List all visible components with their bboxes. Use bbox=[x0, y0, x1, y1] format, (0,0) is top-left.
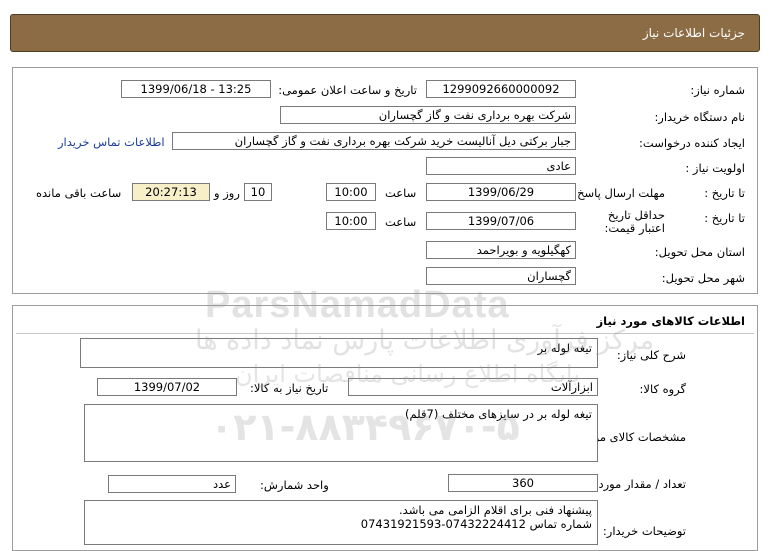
buyer-contact-link[interactable]: اطلاعات تماس خریدار bbox=[58, 135, 165, 149]
summary-field: تیغه لوله بر bbox=[80, 338, 598, 368]
requester-label: ایجاد کننده درخواست: bbox=[639, 136, 745, 150]
buyer-org-field: شرکت بهره برداری نفت و گاز گچساران bbox=[280, 106, 576, 124]
city-label: شهر محل تحویل: bbox=[661, 271, 745, 285]
need-number-label: شماره نیاز: bbox=[690, 83, 745, 97]
buyer-notes-label: توضیحات خریدار: bbox=[602, 524, 686, 538]
city-field: گچساران bbox=[426, 267, 576, 285]
response-time-label: ساعت bbox=[385, 186, 417, 200]
response-to-date-label: تا تاریخ : bbox=[704, 186, 745, 200]
specs-field: تیغه لوله بر در سایزهای مختلف (7قلم) bbox=[84, 404, 598, 462]
price-time-label: ساعت bbox=[385, 215, 417, 229]
price-time-field: 10:00 bbox=[326, 212, 376, 230]
announce-date-field: 1399/06/18 - 13:25 bbox=[121, 80, 271, 98]
days-label: روز و bbox=[214, 186, 240, 200]
priority-field: عادی bbox=[426, 157, 576, 175]
unit-field: عدد bbox=[108, 475, 236, 493]
requester-field: جبار برکتی دیل آنالیست خرید شرکت بهره بر… bbox=[172, 132, 576, 150]
unit-label: واحد شمارش: bbox=[260, 478, 329, 492]
page-title: جزئیات اطلاعات نیاز bbox=[642, 26, 745, 40]
response-date-field: 1399/06/29 bbox=[426, 183, 576, 201]
price-to-date-label: تا تاریخ : bbox=[704, 211, 745, 225]
buyer-notes-field: پیشنهاد فنی برای اقلام الزامی می باشد. ش… bbox=[84, 500, 598, 545]
buyer-notes-line-1: پیشنهاد فنی برای اقلام الزامی می باشد. bbox=[399, 503, 592, 517]
need-number-field: 1299092660000092 bbox=[426, 80, 576, 98]
province-label: استان محل تحویل: bbox=[654, 245, 745, 259]
remaining-time-field: 20:27:13 bbox=[132, 183, 210, 201]
page-header: جزئیات اطلاعات نیاز bbox=[10, 14, 760, 52]
need-date-label: تاریخ نیاز به کالا: bbox=[250, 381, 329, 395]
days-remaining-field: 10 bbox=[244, 183, 272, 201]
quantity-field: 360 bbox=[448, 474, 598, 492]
price-validity-label: حداقل تاریخ اعتبار قیمت: bbox=[604, 208, 666, 235]
buyer-notes-line-2: شماره تماس 07432224412-07431921593 bbox=[360, 517, 592, 531]
goods-group-field: ابزارآلات bbox=[348, 378, 598, 396]
response-time-field: 10:00 bbox=[326, 183, 376, 201]
goods-group-label: گروه کالا: bbox=[639, 382, 686, 396]
response-deadline-label: مهلت ارسال پاسخ: bbox=[573, 186, 665, 200]
announce-date-label: تاریخ و ساعت اعلان عمومی: bbox=[278, 83, 417, 97]
need-date-field: 1399/07/02 bbox=[97, 378, 237, 396]
need-details-panel bbox=[12, 67, 758, 294]
goods-section-title: اطلاعات کالاهای مورد نیاز bbox=[596, 314, 745, 328]
goods-title-divider bbox=[16, 333, 754, 334]
priority-label: اولویت نیاز : bbox=[685, 161, 745, 175]
remaining-time-label: ساعت باقی مانده bbox=[36, 186, 122, 200]
summary-label: شرح کلی نیاز: bbox=[616, 348, 686, 362]
province-field: کهگیلویه و بویراحمد bbox=[426, 241, 576, 259]
buyer-org-label: نام دستگاه خریدار: bbox=[654, 110, 745, 124]
price-date-field: 1399/07/06 bbox=[426, 212, 576, 230]
